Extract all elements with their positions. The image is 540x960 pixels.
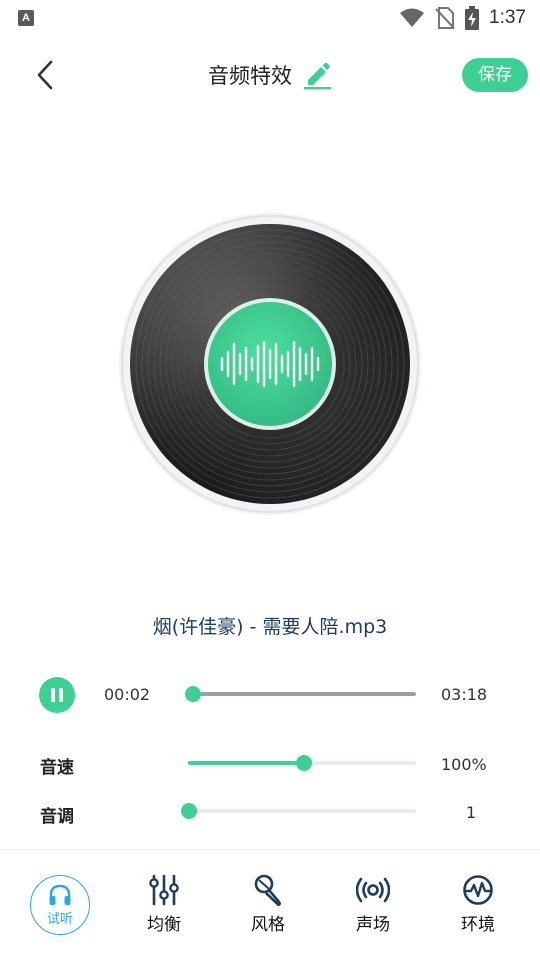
nav-label-listen: 试听 bbox=[46, 911, 73, 927]
battery-charging-icon bbox=[465, 6, 480, 30]
progress-track bbox=[188, 692, 416, 696]
page-title: 音频特效 bbox=[208, 64, 292, 88]
headphones-icon bbox=[49, 884, 71, 905]
no-sim-icon bbox=[435, 7, 455, 29]
pitch-label: 音调 bbox=[40, 807, 74, 827]
app-notification-icon: A bbox=[18, 10, 34, 26]
current-time: 00:02 bbox=[104, 685, 151, 704]
waveform-circle-icon bbox=[463, 875, 493, 905]
progress-thumb[interactable] bbox=[185, 686, 201, 702]
nav-item-soundfield[interactable]: 声场 bbox=[333, 874, 413, 935]
nav-label-equalizer: 均衡 bbox=[147, 915, 181, 935]
pause-icon bbox=[51, 688, 55, 702]
speed-track-fill bbox=[188, 761, 302, 765]
progress-slider[interactable] bbox=[185, 684, 418, 706]
nav-item-listen[interactable]: 试听 bbox=[30, 875, 90, 935]
nav-label-environment: 环境 bbox=[461, 915, 495, 935]
clock: 1:37 bbox=[489, 7, 526, 28]
edit-pencil-icon[interactable] bbox=[302, 60, 332, 90]
speed-thumb[interactable] bbox=[296, 755, 312, 771]
nav-item-equalizer[interactable]: 均衡 bbox=[124, 874, 204, 935]
speed-value: 100% bbox=[441, 755, 487, 774]
nav-label-soundfield: 声场 bbox=[356, 915, 390, 935]
broadcast-icon bbox=[356, 877, 390, 903]
header: 音频特效 保存 bbox=[0, 48, 540, 102]
equalizer-sliders-icon bbox=[149, 874, 179, 906]
bottom-nav: 试听 均衡 风格 声场 环境 bbox=[0, 850, 540, 960]
nav-item-environment[interactable]: 环境 bbox=[438, 874, 518, 935]
vinyl-record-icon bbox=[119, 213, 421, 515]
total-time: 03:18 bbox=[441, 685, 488, 704]
nav-item-style[interactable]: 风格 bbox=[228, 874, 308, 935]
nav-label-style: 风格 bbox=[251, 915, 285, 935]
vinyl-disc bbox=[118, 212, 422, 516]
status-icons: 1:37 bbox=[399, 5, 526, 31]
pause-button[interactable] bbox=[39, 677, 75, 713]
speed-slider[interactable] bbox=[186, 752, 418, 774]
microphone-icon bbox=[254, 874, 281, 906]
pitch-thumb[interactable] bbox=[181, 803, 197, 819]
save-button[interactable]: 保存 bbox=[462, 58, 528, 92]
wifi-icon bbox=[400, 8, 425, 27]
pitch-track bbox=[188, 809, 416, 813]
song-title: 烟(许佳豪) - 需要人陪.mp3 bbox=[152, 616, 388, 638]
pitch-value: 1 bbox=[466, 803, 477, 822]
title-area: 音频特效 bbox=[0, 60, 540, 90]
status-bar: A 1:37 bbox=[0, 0, 540, 36]
speed-label: 音速 bbox=[40, 758, 74, 778]
pitch-slider[interactable] bbox=[180, 800, 418, 822]
